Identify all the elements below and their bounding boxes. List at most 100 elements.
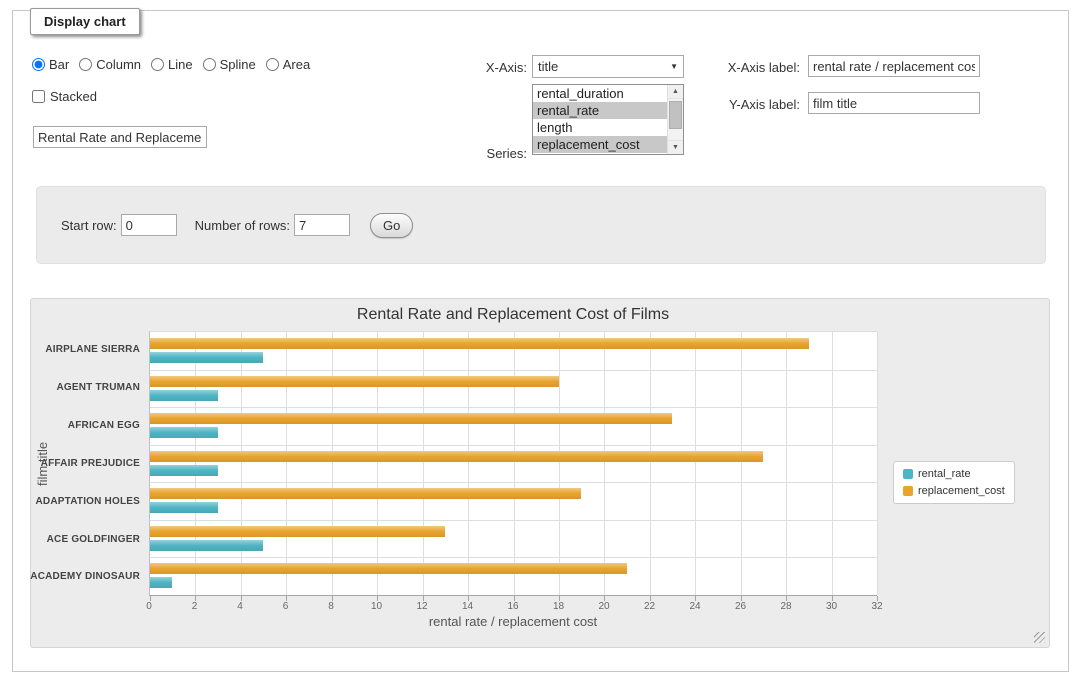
chart-type-option-bar[interactable]: Bar bbox=[32, 57, 69, 72]
num-rows-label: Number of rows: bbox=[195, 218, 290, 233]
gridline-horizontal bbox=[150, 370, 877, 371]
gridline-vertical bbox=[786, 332, 787, 595]
chart-type-radio-group: Bar Column Line Spline Area bbox=[32, 57, 310, 72]
x-axis-select[interactable]: title ▼ bbox=[532, 55, 684, 78]
start-row-label: Start row: bbox=[61, 218, 117, 233]
bar-replacement_cost bbox=[150, 338, 809, 349]
bar-rental_rate bbox=[150, 352, 263, 363]
chart-type-radio-label: Column bbox=[96, 57, 141, 72]
x-axis-label-input[interactable] bbox=[808, 55, 980, 77]
chart-type-radio-label: Bar bbox=[49, 57, 69, 72]
stacked-label: Stacked bbox=[50, 89, 97, 104]
chart-builder-page: Display chart Bar Column Line Spline Area St… bbox=[0, 0, 1081, 681]
chart-type-option-spline[interactable]: Spline bbox=[203, 57, 256, 72]
chart-type-option-column[interactable]: Column bbox=[79, 57, 141, 72]
x-tick-label: 6 bbox=[283, 601, 289, 612]
gridline-horizontal bbox=[150, 482, 877, 483]
bar-rental_rate bbox=[150, 427, 218, 438]
gridline-vertical bbox=[877, 332, 878, 595]
bar-replacement_cost bbox=[150, 376, 559, 387]
x-tick-label: 0 bbox=[146, 601, 152, 612]
x-tick-label: 14 bbox=[462, 601, 473, 612]
gridline-vertical bbox=[332, 332, 333, 595]
bar-replacement_cost bbox=[150, 488, 581, 499]
x-tick-label: 30 bbox=[826, 601, 837, 612]
y-axis-label-field-label: Y-Axis label: bbox=[700, 97, 800, 112]
listbox-scrollbar[interactable]: ▲ ▼ bbox=[667, 85, 683, 154]
bar-rental_rate bbox=[150, 465, 218, 476]
x-tick-label: 12 bbox=[416, 601, 427, 612]
x-tick-label: 32 bbox=[871, 601, 882, 612]
chart-type-radio-label: Spline bbox=[220, 57, 256, 72]
x-tick-label: 8 bbox=[328, 601, 334, 612]
chart-legend: rental_rate replacement_cost bbox=[893, 461, 1015, 504]
y-axis-label-input[interactable] bbox=[808, 92, 980, 114]
x-tick-label: 20 bbox=[598, 601, 609, 612]
gridline-vertical bbox=[286, 332, 287, 595]
chart-type-option-area[interactable]: Area bbox=[266, 57, 310, 72]
gridline-vertical bbox=[741, 332, 742, 595]
gridline-horizontal bbox=[150, 407, 877, 408]
x-axis-selected-value: title bbox=[538, 59, 558, 74]
x-axis-label-field-label: X-Axis label: bbox=[700, 60, 800, 75]
bar-replacement_cost bbox=[150, 526, 445, 537]
gridline-vertical bbox=[604, 332, 605, 595]
scrollbar-down-arrow-icon[interactable]: ▼ bbox=[668, 140, 683, 154]
legend-swatch bbox=[903, 469, 913, 479]
gridline-vertical bbox=[423, 332, 424, 595]
chart-type-radio-column[interactable] bbox=[79, 58, 92, 71]
gridline-vertical bbox=[241, 332, 242, 595]
gridline-vertical bbox=[377, 332, 378, 595]
gridline-vertical bbox=[650, 332, 651, 595]
gridline-vertical bbox=[559, 332, 560, 595]
gridline-vertical bbox=[468, 332, 469, 595]
series-option-rental_duration[interactable]: rental_duration bbox=[533, 85, 667, 102]
chart-type-radio-spline[interactable] bbox=[203, 58, 216, 71]
stacked-checkbox[interactable] bbox=[32, 90, 45, 103]
x-tick-labels: 02468101214161820222426283032 bbox=[149, 601, 877, 615]
x-axis-title: rental rate / replacement cost bbox=[149, 614, 877, 629]
bar-rental_rate bbox=[150, 540, 263, 551]
fieldset-legend: Display chart bbox=[30, 8, 140, 35]
chart-title-input[interactable] bbox=[33, 126, 207, 148]
resize-handle-icon[interactable] bbox=[1034, 632, 1045, 643]
x-tick-label: 24 bbox=[689, 601, 700, 612]
series-listbox[interactable]: rental_durationrental_ratelengthreplacem… bbox=[532, 84, 684, 155]
gridline-horizontal bbox=[150, 520, 877, 521]
chart-type-radio-line[interactable] bbox=[151, 58, 164, 71]
legend-item-replacement_cost[interactable]: replacement_cost bbox=[903, 485, 1005, 497]
bar-rental_rate bbox=[150, 502, 218, 513]
chart-panel: Rental Rate and Replacement Cost of Film… bbox=[30, 298, 1050, 648]
scrollbar-track[interactable] bbox=[668, 99, 683, 140]
num-rows-input[interactable] bbox=[294, 214, 350, 236]
x-tick-label: 2 bbox=[192, 601, 198, 612]
chart-type-radio-label: Area bbox=[283, 57, 310, 72]
bar-replacement_cost bbox=[150, 451, 763, 462]
x-tick-label: 26 bbox=[735, 601, 746, 612]
x-tick-label: 4 bbox=[237, 601, 243, 612]
chart-type-radio-bar[interactable] bbox=[32, 58, 45, 71]
gridline-vertical bbox=[195, 332, 196, 595]
legend-item-rental_rate[interactable]: rental_rate bbox=[903, 468, 1005, 480]
go-button[interactable]: Go bbox=[370, 213, 413, 238]
stacked-option[interactable]: Stacked bbox=[32, 89, 97, 104]
bar-rental_rate bbox=[150, 577, 172, 588]
x-tick-label: 28 bbox=[780, 601, 791, 612]
x-tick-label: 18 bbox=[553, 601, 564, 612]
chart-title: Rental Rate and Replacement Cost of Film… bbox=[149, 306, 877, 324]
series-option-rental_rate[interactable]: rental_rate bbox=[533, 102, 667, 119]
series-option-length[interactable]: length bbox=[533, 119, 667, 136]
plot-area bbox=[149, 331, 877, 596]
scrollbar-up-arrow-icon[interactable]: ▲ bbox=[668, 85, 683, 99]
series-listbox-options: rental_durationrental_ratelengthreplacem… bbox=[533, 85, 667, 154]
series-option-replacement_cost[interactable]: replacement_cost bbox=[533, 136, 667, 153]
start-row-input[interactable] bbox=[121, 214, 177, 236]
chart-type-radio-area[interactable] bbox=[266, 58, 279, 71]
bar-replacement_cost bbox=[150, 413, 672, 424]
chart-type-option-line[interactable]: Line bbox=[151, 57, 193, 72]
legend-label: replacement_cost bbox=[918, 485, 1005, 497]
gridline-horizontal bbox=[150, 557, 877, 558]
row-controls-panel: Start row: Number of rows: Go bbox=[36, 186, 1046, 264]
scrollbar-thumb[interactable] bbox=[669, 101, 682, 129]
dropdown-arrow-icon: ▼ bbox=[670, 62, 678, 71]
